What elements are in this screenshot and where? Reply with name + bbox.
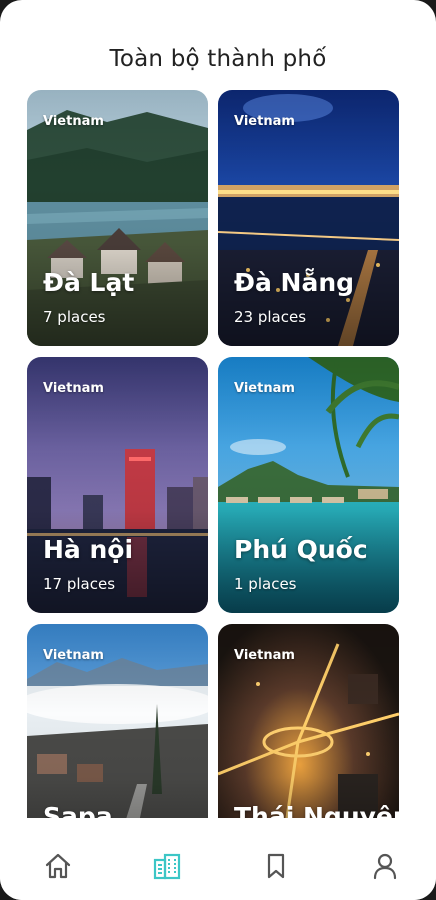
card-city-name: Đà Nẵng (234, 268, 355, 297)
card-country: Vietnam (234, 648, 295, 663)
nav-profile[interactable] (367, 848, 403, 884)
city-buildings-icon (153, 853, 181, 880)
card-places-count: 1 places (234, 575, 297, 593)
city-card-danang[interactable]: Vietnam Đà Nẵng 23 places (218, 90, 399, 346)
card-places-count: 23 places (234, 308, 307, 326)
card-city-name: Phú Quốc (234, 535, 368, 564)
card-city-name: Thái Nguyên (234, 802, 399, 818)
card-country: Vietnam (234, 114, 295, 129)
card-country: Vietnam (43, 648, 104, 663)
app-screen: Toàn bộ thành phố Vietnam Đà Lạt 7 place… (0, 0, 436, 900)
city-card-hanoi[interactable]: Vietnam Hà nội 17 places (27, 357, 208, 613)
card-country: Vietnam (43, 381, 104, 396)
card-country: Vietnam (43, 114, 104, 129)
nav-bookmarks[interactable] (258, 848, 294, 884)
bottom-nav (0, 818, 436, 900)
city-grid: Toàn bộ thành phố Vietnam Đà Lạt 7 place… (0, 0, 436, 818)
home-icon (45, 853, 71, 879)
user-icon (373, 853, 397, 880)
card-city-name: Sapa (43, 802, 113, 818)
card-places-count: 17 places (43, 575, 116, 593)
nav-cities[interactable] (149, 848, 185, 884)
card-city-name: Hà nội (43, 535, 134, 564)
card-country: Vietnam (234, 381, 295, 396)
city-card-phuquoc[interactable]: Vietnam Phú Quốc 1 places (218, 357, 399, 613)
bookmark-icon (267, 853, 285, 879)
city-card-dalat[interactable]: Vietnam Đà Lạt 7 places (27, 90, 208, 346)
nav-home[interactable] (40, 848, 76, 884)
card-places-count: 7 places (43, 308, 106, 326)
city-card-sapa[interactable]: Vietnam Sapa (27, 624, 208, 818)
card-city-name: Đà Lạt (43, 268, 135, 297)
page-title: Toàn bộ thành phố (109, 46, 327, 72)
city-card-thainguyen[interactable]: Vietnam Thái Nguyên (218, 624, 399, 818)
